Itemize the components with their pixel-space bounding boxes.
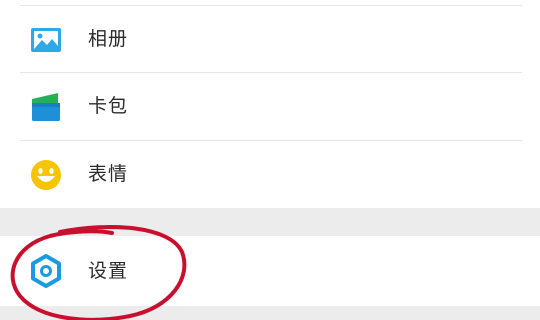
menu-item-album[interactable]: 相册 (0, 6, 540, 72)
me-menu-screen: 相册 卡包 表情 设置 (0, 0, 540, 320)
menu-item-label: 表情 (88, 163, 129, 185)
section-separator (0, 306, 540, 320)
menu-item-label: 卡包 (88, 95, 129, 117)
menu-item-settings[interactable]: 设置 (0, 236, 540, 306)
section-separator (0, 208, 540, 236)
menu-item-emoji[interactable]: 表情 (0, 141, 540, 207)
card-wallet-icon (28, 89, 64, 125)
menu-item-label: 设置 (88, 260, 129, 282)
photo-album-icon (28, 22, 64, 58)
emoji-smiley-icon (28, 157, 64, 193)
menu-item-label: 相册 (88, 28, 129, 50)
gear-icon (28, 253, 64, 289)
menu-item-card-wallet[interactable]: 卡包 (0, 73, 540, 139)
